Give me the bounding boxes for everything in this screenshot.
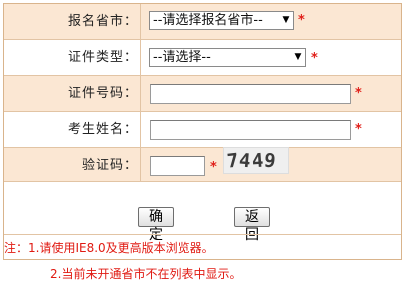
captcha-label: 验证码： <box>4 148 141 181</box>
name-input[interactable] <box>150 120 351 140</box>
captcha-image[interactable]: 74492 <box>223 147 289 174</box>
confirm-button[interactable]: 确 定 <box>138 207 174 243</box>
back-button[interactable]: 返 回 <box>234 207 270 243</box>
required-mark: * <box>355 122 362 137</box>
captcha-input[interactable] <box>150 156 205 176</box>
cert-no-label: 证件号码： <box>4 76 141 111</box>
name-label: 考生姓名： <box>4 112 141 147</box>
captcha-row: 验证码： * 74492 <box>4 147 401 182</box>
captcha-char: 9 <box>263 149 279 173</box>
cert-no-row: 证件号码： * <box>4 76 401 112</box>
required-mark: * <box>311 51 318 66</box>
cert-type-row: 证件类型： --请选择-- ▼ * <box>4 40 401 76</box>
required-mark: * <box>210 160 217 175</box>
province-select[interactable]: --请选择报名省市-- ▼ <box>149 11 294 30</box>
required-mark: * <box>355 86 362 101</box>
required-mark: * <box>298 13 305 28</box>
note-line-2: 2.当前未开通省市不在列表中显示。 <box>50 267 242 281</box>
cert-type-select-value: --请选择-- <box>153 50 211 65</box>
name-row: 考生姓名： * <box>4 112 401 148</box>
cert-type-select[interactable]: --请选择-- ▼ <box>149 48 306 67</box>
chevron-down-icon[interactable]: ▼ <box>291 49 305 66</box>
province-select-value: --请选择报名省市-- <box>153 13 263 28</box>
note-line-1: 注：1.请使用IE8.0及更高版本浏览器。 <box>4 241 214 255</box>
cert-no-input[interactable] <box>150 84 351 104</box>
province-row: 报名省市： --请选择报名省市-- ▼ * <box>4 4 401 40</box>
province-label: 报名省市： <box>4 4 141 39</box>
chevron-down-icon[interactable]: ▼ <box>279 12 293 29</box>
registration-form: 报名省市： --请选择报名省市-- ▼ * 证件类型： --请选择-- ▼ * … <box>3 3 402 260</box>
divider <box>4 234 401 235</box>
cert-type-label: 证件类型： <box>4 40 141 75</box>
